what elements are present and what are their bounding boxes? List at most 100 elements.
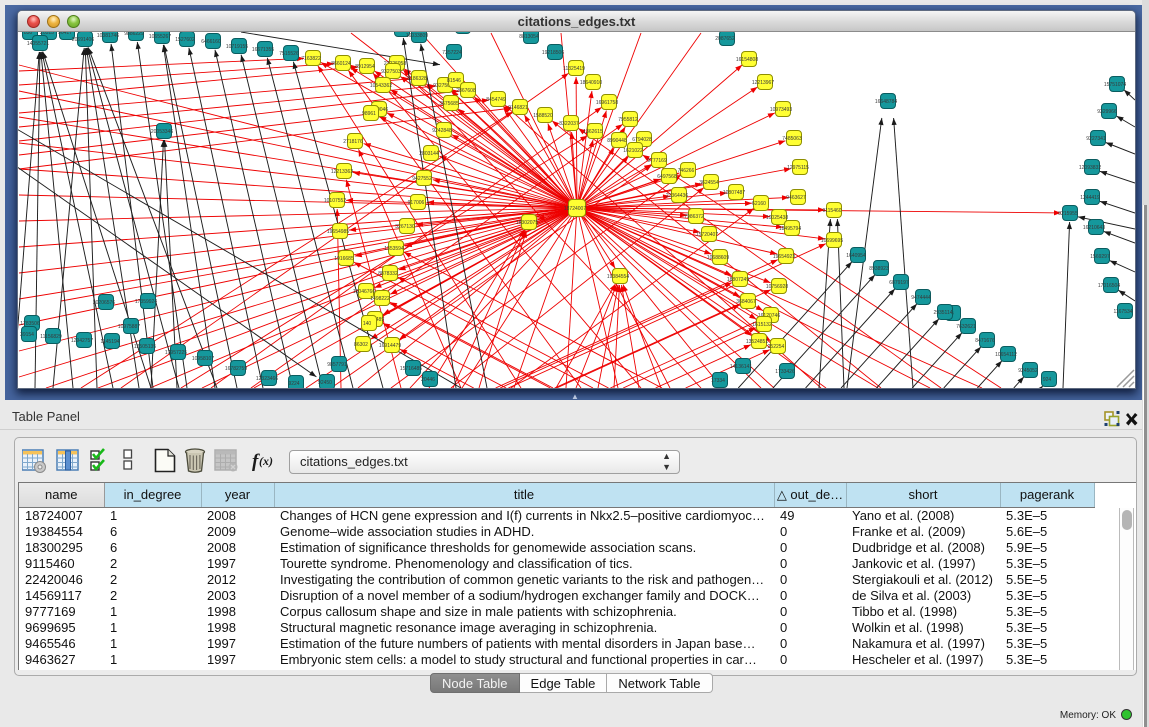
svg-text:9245052: 9245052: [1018, 368, 1038, 374]
svg-text:39154: 39154: [20, 332, 34, 338]
svg-text:8454749: 8454749: [486, 97, 506, 103]
svg-text:10655267: 10655267: [149, 34, 171, 40]
svg-text:10756928: 10756928: [766, 284, 788, 290]
svg-text:18724007: 18724007: [564, 206, 586, 212]
svg-text:15716485: 15716485: [400, 366, 422, 372]
svg-text:2935114: 2935114: [933, 310, 952, 316]
svg-text:8813054: 8813054: [519, 34, 539, 40]
svg-text:9474444: 9474444: [911, 295, 931, 301]
svg-text:140: 140: [363, 321, 372, 327]
svg-text:746266: 746266: [678, 168, 695, 174]
svg-text:19218506: 19218506: [542, 50, 564, 56]
svg-text:10543362: 10543362: [370, 83, 392, 89]
svg-text:9886229: 9886229: [124, 32, 144, 37]
svg-text:1588520: 1588520: [533, 113, 553, 119]
svg-text:16671355: 16671355: [252, 47, 274, 53]
svg-text:7986372: 7986372: [684, 214, 704, 220]
svg-text:6497568: 6497568: [657, 174, 677, 180]
svg-text:8878332: 8878332: [378, 271, 398, 277]
svg-text:98961: 98961: [362, 111, 376, 117]
svg-text:62160: 62160: [752, 201, 766, 207]
svg-text:8186328: 8186328: [407, 76, 427, 82]
svg-text:8990448: 8990448: [607, 138, 627, 144]
svg-text:9242848: 9242848: [432, 128, 452, 134]
svg-text:9327503: 9327503: [381, 69, 401, 75]
svg-text:19654985: 19654985: [327, 229, 349, 235]
svg-text:20206576: 20206576: [93, 300, 115, 306]
svg-text:20446: 20446: [421, 377, 435, 383]
svg-text:17359924: 17359924: [135, 299, 157, 305]
svg-text:18807249: 18807249: [727, 277, 749, 283]
svg-text:1569297: 1569297: [1090, 254, 1110, 260]
svg-text:1244419: 1244419: [1080, 195, 1100, 201]
svg-text:3267130: 3267130: [395, 224, 415, 230]
svg-text:1527602: 1527602: [175, 37, 195, 43]
svg-text:10699695: 10699695: [821, 238, 843, 244]
svg-text:12975115: 12975115: [787, 165, 809, 171]
svg-text:19654923: 19654923: [773, 254, 795, 260]
svg-text:10025438: 10025438: [766, 215, 788, 221]
svg-text:10107552: 10107552: [324, 198, 346, 204]
svg-text:10688609: 10688609: [707, 255, 729, 261]
svg-text:9427552: 9427552: [412, 176, 432, 182]
svg-text:3624554: 3624554: [699, 180, 719, 186]
svg-text:81546: 81546: [447, 78, 461, 84]
svg-text:1167534: 1167534: [1113, 309, 1132, 315]
svg-text:2718176: 2718176: [343, 139, 363, 145]
svg-text:12093832: 12093832: [1079, 165, 1101, 171]
svg-text:86302: 86302: [354, 342, 368, 348]
svg-text:7955812: 7955812: [618, 117, 638, 123]
svg-text:924: 924: [1043, 377, 1052, 383]
svg-text:8471676: 8471676: [975, 338, 995, 344]
svg-text:9463627: 9463627: [786, 195, 806, 201]
svg-text:16210643: 16210643: [1083, 225, 1105, 231]
svg-text:16648784: 16648784: [875, 99, 897, 105]
svg-text:3675685: 3675685: [439, 101, 459, 107]
svg-text:13524851: 13524851: [746, 339, 768, 345]
svg-text:9224: 9224: [288, 381, 299, 387]
svg-text:2867608: 2867608: [456, 88, 476, 94]
svg-text:6466160: 6466160: [201, 39, 221, 45]
svg-text:1353594: 1353594: [384, 246, 404, 252]
svg-text:9329966: 9329966: [1097, 109, 1117, 115]
svg-text:12505135: 12505135: [134, 344, 156, 350]
svg-text:20053346: 20053346: [151, 129, 173, 135]
svg-text:3684067: 3684067: [736, 299, 756, 305]
svg-text:12942757: 12942757: [71, 338, 93, 344]
svg-text:12213363: 12213363: [331, 169, 353, 175]
svg-text:1145194: 1145194: [100, 339, 119, 345]
svg-text:17334: 17334: [711, 378, 725, 384]
svg-text:20691406: 20691406: [72, 37, 94, 43]
svg-text:6879197: 6879197: [889, 280, 909, 286]
svg-text:18640910: 18640910: [580, 80, 602, 86]
svg-text:8912954: 8912954: [355, 64, 375, 70]
svg-text:16914479: 16914479: [379, 343, 401, 349]
svg-text:10958107: 10958107: [192, 356, 214, 362]
svg-text:8660124: 8660124: [331, 61, 351, 67]
svg-text:1733426: 1733426: [775, 369, 795, 375]
svg-text:14055721: 14055721: [27, 41, 49, 47]
svg-text:7485063: 7485063: [782, 136, 802, 142]
svg-text:16033809: 16033809: [406, 33, 428, 39]
svg-text:10719155: 10719155: [226, 44, 248, 50]
svg-text:10381746: 10381746: [97, 33, 119, 39]
svg-text:9857791: 9857791: [327, 362, 347, 368]
svg-text:18495794: 18495794: [779, 226, 801, 232]
svg-text:10973493: 10973493: [770, 107, 792, 113]
svg-text:7515526: 7515526: [279, 51, 299, 57]
svg-text:9227341: 9227341: [1086, 136, 1106, 142]
svg-text:917006: 917006: [408, 200, 425, 206]
svg-text:1621022: 1621022: [623, 148, 643, 154]
svg-text:8938923: 8938923: [869, 266, 889, 272]
svg-text:830: 830: [24, 32, 33, 36]
svg-text:10654112: 10654112: [995, 352, 1017, 358]
svg-text:10046766: 10046766: [353, 289, 375, 295]
svg-text:11325419: 11325419: [563, 66, 585, 72]
svg-text:8322037: 8322037: [559, 121, 579, 127]
svg-text:16961758: 16961758: [596, 100, 618, 106]
svg-text:1615132: 1615132: [752, 322, 772, 328]
svg-text:21364436: 21364436: [666, 193, 688, 199]
svg-text:18302075: 18302075: [516, 220, 538, 226]
svg-text:12213967: 12213967: [752, 80, 774, 86]
svg-text:252254: 252254: [768, 344, 785, 350]
